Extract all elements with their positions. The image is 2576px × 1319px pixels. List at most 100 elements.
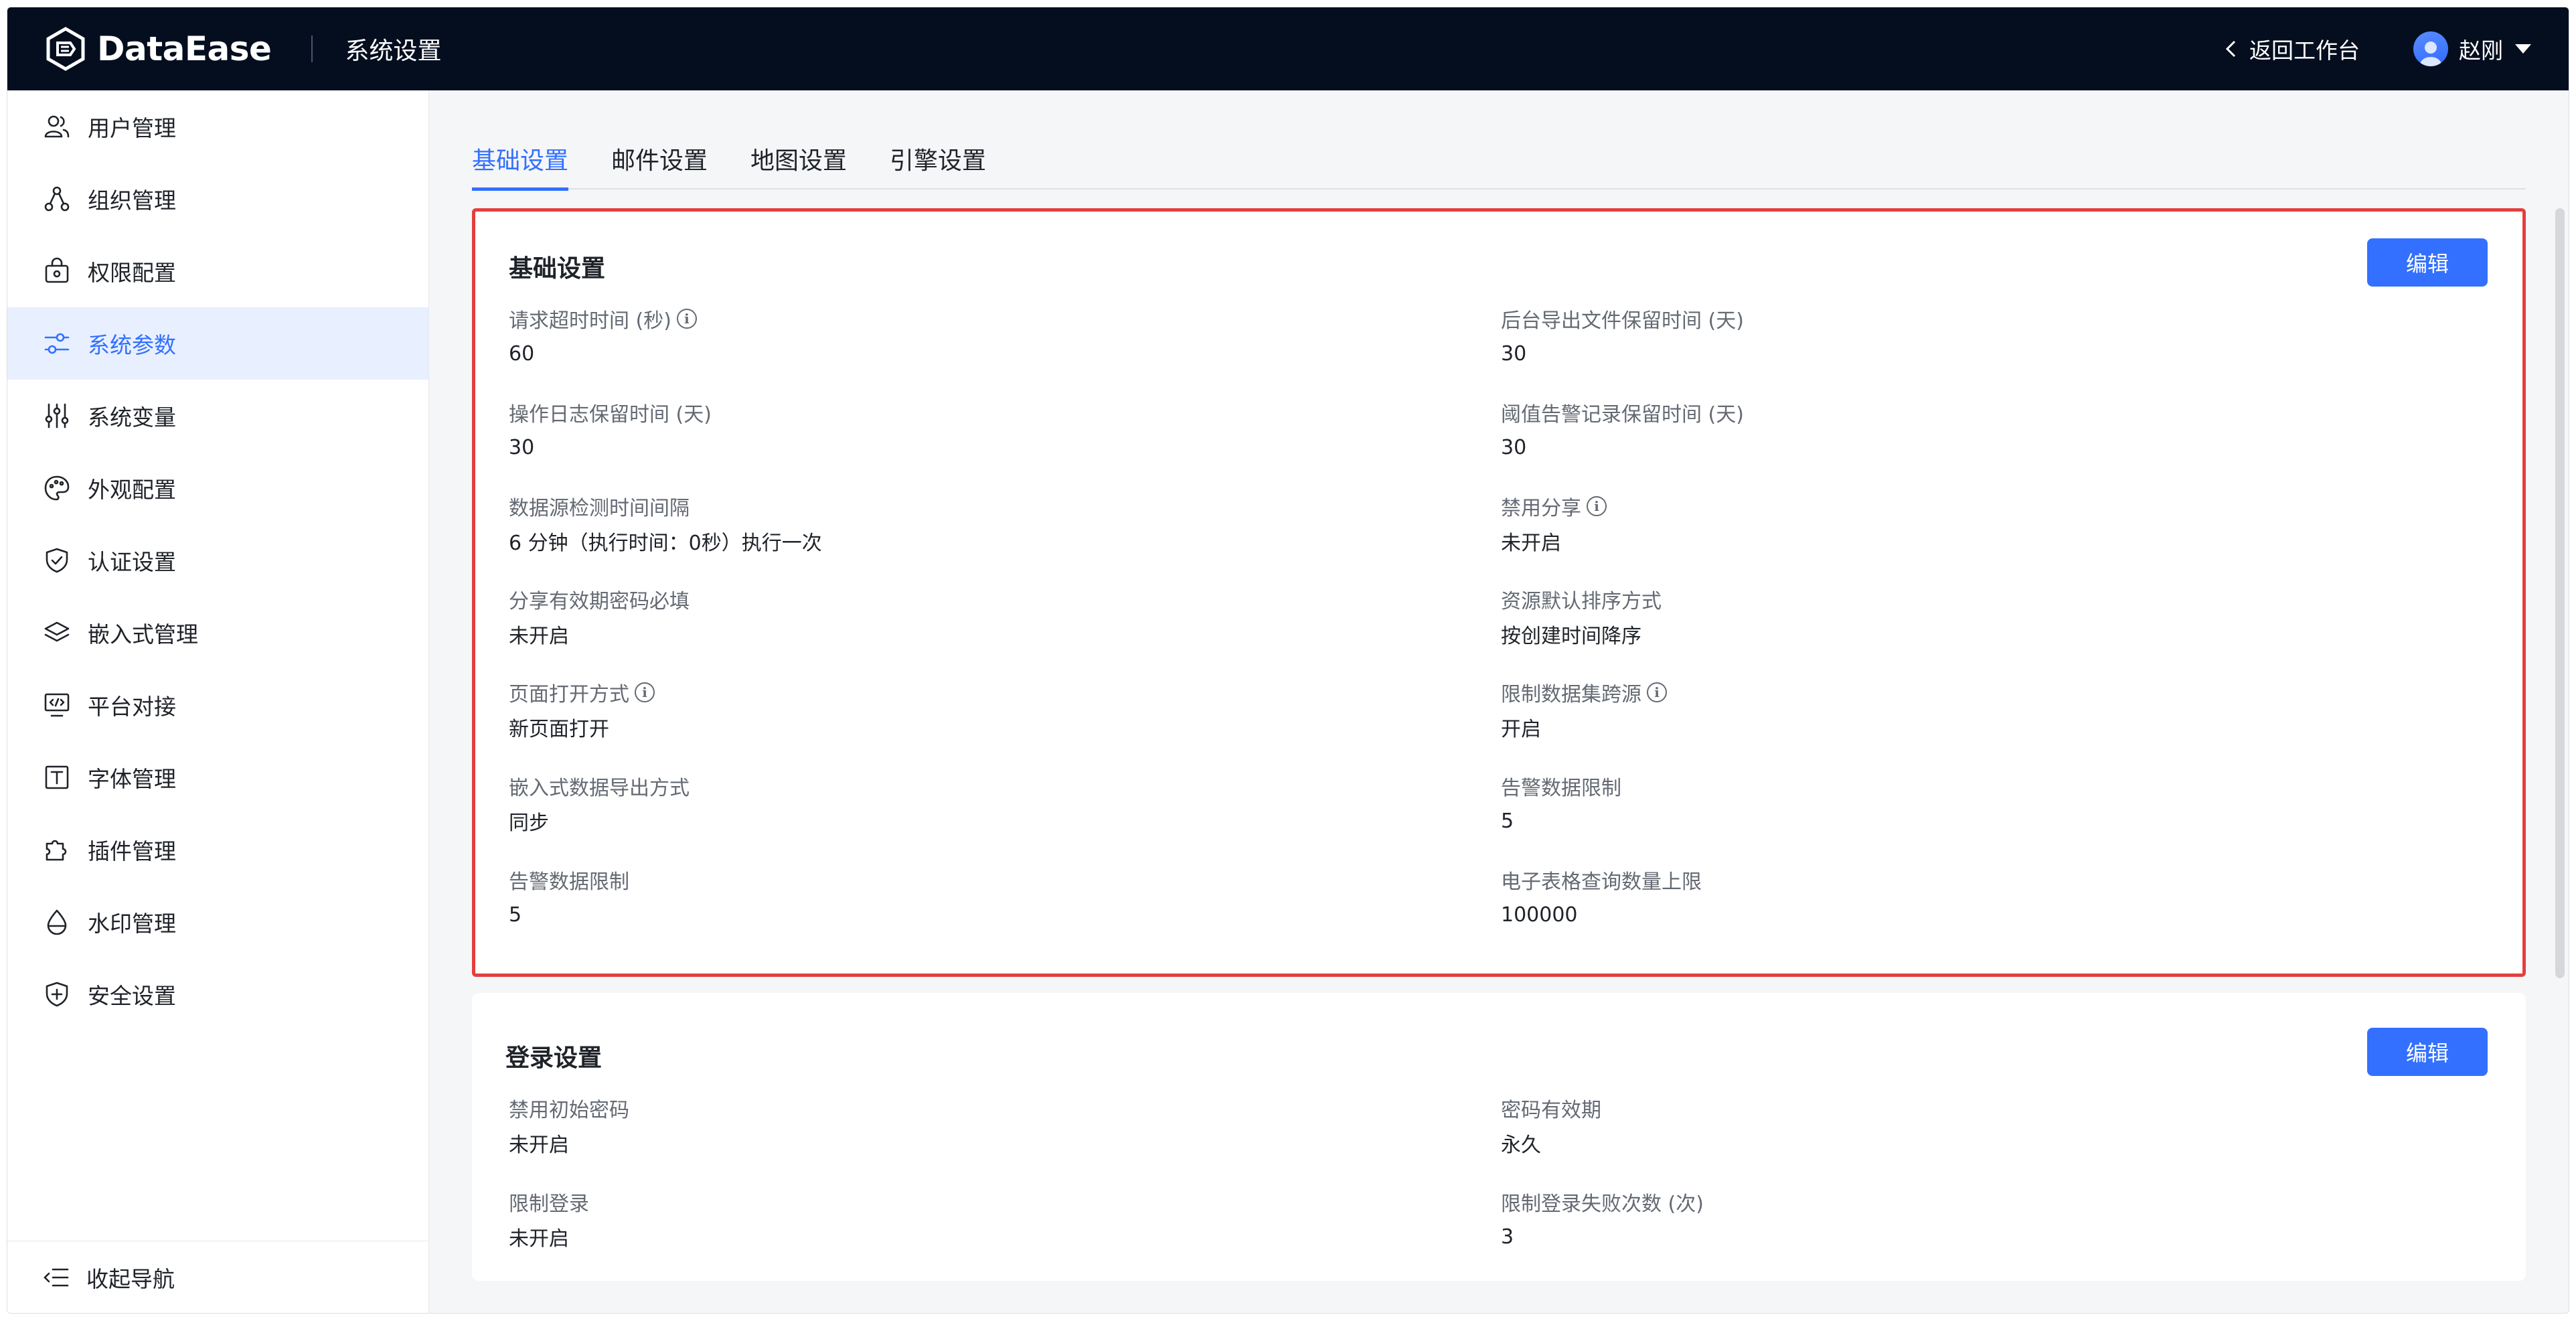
app-window: DataEase 系统设置 返回工作台 赵刚 用户管理 组织管理 权限配置 系统… (7, 7, 2569, 1314)
login-edit-button[interactable]: 编辑 (2367, 1028, 2488, 1076)
setting-label: 限制登录 (509, 1192, 589, 1216)
setting-share-password-required: 分享有效期密码必填 未开启 (509, 586, 690, 648)
sliders-icon (44, 333, 70, 354)
sidebar-item-system-variables[interactable]: 系统变量 (7, 380, 428, 452)
setting-value: 未开启 (509, 1134, 569, 1157)
tab-email[interactable]: 邮件设置 (611, 139, 708, 189)
setting-value: 60 (509, 341, 535, 366)
caret-down-icon (2515, 44, 2531, 54)
shield-check-icon (46, 548, 68, 573)
setting-label: 阈值告警记录保留时间 (天) (1501, 403, 1744, 426)
basic-edit-button[interactable]: 编辑 (2367, 238, 2488, 287)
setting-value: 30 (1501, 435, 1527, 459)
tab-map[interactable]: 地图设置 (750, 139, 847, 189)
sidebar-item-embedded[interactable]: 嵌入式管理 (7, 597, 428, 669)
sidebar-item-plugins[interactable]: 插件管理 (7, 813, 428, 886)
basic-settings-card: 基础设置 编辑 请求超时时间 (秒) i 60 操作日志保留时间 (天) 30 数… (472, 208, 2526, 977)
setting-alert-data-limit-2: 告警数据限制 5 (1501, 773, 1621, 834)
sidebar-item-auth[interactable]: 认证设置 (7, 524, 428, 597)
setting-value: 开启 (1501, 718, 1541, 741)
settings-tabs: 基础设置 邮件设置 地图设置 引擎设置 (472, 139, 2526, 191)
info-icon[interactable]: i (635, 682, 655, 702)
users-icon (44, 115, 70, 138)
sidebar-item-security[interactable]: 安全设置 (7, 958, 428, 1030)
setting-oplog-retention: 操作日志保留时间 (天) 30 (509, 399, 712, 461)
setting-value: 5 (1501, 809, 1514, 833)
brand-name: DataEase (97, 29, 272, 68)
collapse-nav-button[interactable]: 收起导航 (7, 1241, 428, 1313)
sidebar-item-system-params[interactable]: 系统参数 (7, 307, 428, 380)
info-icon[interactable]: i (1647, 682, 1667, 702)
login-settings-title: 登录设置 (505, 1044, 602, 1072)
monitor-code-icon (44, 693, 70, 717)
setting-alert-data-limit: 告警数据限制 5 (509, 866, 629, 928)
setting-value: 3 (1501, 1225, 1514, 1249)
main-content: 基础设置 邮件设置 地图设置 引擎设置 基础设置 编辑 请求超时时间 (秒) i … (429, 90, 2569, 1313)
lock-box-icon (45, 257, 69, 283)
setting-password-validity: 密码有效期 永久 (1501, 1095, 1601, 1157)
variable-icon (45, 403, 69, 429)
setting-disable-share: 禁用分享 i 未开启 (1501, 493, 1607, 555)
palette-icon (44, 475, 70, 501)
setting-spreadsheet-query-limit: 电子表格查询数量上限 100000 (1501, 866, 1702, 928)
setting-disable-initial-password: 禁用初始密码 未开启 (509, 1095, 629, 1157)
setting-label: 密码有效期 (1501, 1099, 1601, 1122)
sidebar-item-label: 用户管理 (88, 115, 176, 141)
sidebar-item-label: 权限配置 (88, 260, 176, 286)
sidebar-item-permissions[interactable]: 权限配置 (7, 235, 428, 307)
setting-label: 资源默认排序方式 (1501, 590, 1662, 613)
setting-label: 禁用初始密码 (509, 1099, 629, 1122)
sidebar-item-label: 系统参数 (88, 332, 176, 358)
setting-label: 电子表格查询数量上限 (1501, 870, 1702, 894)
collapse-menu-icon (44, 1268, 69, 1286)
sidebar-item-label: 嵌入式管理 (88, 621, 198, 647)
setting-label: 数据源检测时间间隔 (509, 497, 690, 520)
drop-icon (47, 909, 67, 935)
sidebar-item-fonts[interactable]: 字体管理 (7, 741, 428, 813)
login-settings-card: 登录设置 编辑 禁用初始密码 未开启 限制登录 未开启 密码有效期 永久 限制登… (472, 993, 2526, 1281)
sidebar-item-label: 系统变量 (88, 404, 176, 431)
user-name: 赵刚 (2459, 37, 2503, 64)
setting-page-open-mode: 页面打开方式 i 新页面打开 (509, 679, 655, 741)
sidebar-item-label: 水印管理 (88, 911, 176, 937)
setting-label: 请求超时时间 (秒) (509, 309, 671, 333)
back-to-workbench-link[interactable]: 返回工作台 (2223, 33, 2360, 65)
setting-value: 按创建时间降序 (1501, 625, 1641, 648)
setting-label: 限制数据集跨源 (1501, 683, 1641, 706)
setting-value: 同步 (509, 811, 549, 835)
sidebar-item-platform[interactable]: 平台对接 (7, 669, 428, 741)
info-icon[interactable]: i (676, 309, 697, 329)
sidebar-item-label: 安全设置 (88, 983, 176, 1009)
info-icon[interactable]: i (1587, 496, 1607, 516)
setting-label: 限制登录失败次数 (次) (1501, 1192, 1704, 1216)
user-menu[interactable]: 赵刚 (2413, 31, 2531, 66)
sidebar-item-org[interactable]: 组织管理 (7, 163, 428, 235)
sidebar: 用户管理 组织管理 权限配置 系统参数 系统变量 外观配置 认证设置 嵌入式管理… (7, 90, 429, 1313)
setting-value: 永久 (1501, 1134, 1541, 1157)
setting-embedded-export-mode: 嵌入式数据导出方式 同步 (509, 773, 690, 835)
chevron-left-icon (2225, 40, 2236, 58)
header-actions: 返回工作台 赵刚 (2223, 31, 2531, 66)
sidebar-item-appearance[interactable]: 外观配置 (7, 452, 428, 524)
setting-value: 未开启 (509, 625, 569, 648)
setting-label: 分享有效期密码必填 (509, 590, 690, 613)
sidebar-item-label: 插件管理 (88, 838, 176, 864)
setting-value: 30 (1501, 341, 1527, 366)
layers-icon (44, 621, 70, 642)
tab-engine[interactable]: 引擎设置 (890, 139, 986, 189)
setting-datasource-check-interval: 数据源检测时间间隔 6 分钟（执行时间：0秒）执行一次 (509, 493, 822, 555)
back-to-workbench-label: 返回工作台 (2249, 37, 2360, 64)
setting-limit-login: 限制登录 未开启 (509, 1188, 589, 1251)
tab-basic[interactable]: 基础设置 (472, 139, 569, 191)
brand-logo[interactable]: DataEase (44, 27, 272, 71)
sidebar-item-watermark[interactable]: 水印管理 (7, 886, 428, 958)
sidebar-item-users[interactable]: 用户管理 (7, 90, 428, 163)
setting-value: 未开启 (1501, 532, 1561, 555)
basic-settings-title: 基础设置 (509, 255, 606, 283)
setting-request-timeout: 请求超时时间 (秒) i 60 (509, 305, 697, 367)
setting-limit-dataset-cross-source: 限制数据集跨源 i 开启 (1501, 679, 1667, 741)
main-scrollbar[interactable] (2555, 208, 2565, 978)
setting-login-fail-limit: 限制登录失败次数 (次) 3 (1501, 1188, 1704, 1250)
user-avatar-icon (2420, 42, 2441, 66)
sidebar-item-label: 外观配置 (88, 477, 176, 503)
